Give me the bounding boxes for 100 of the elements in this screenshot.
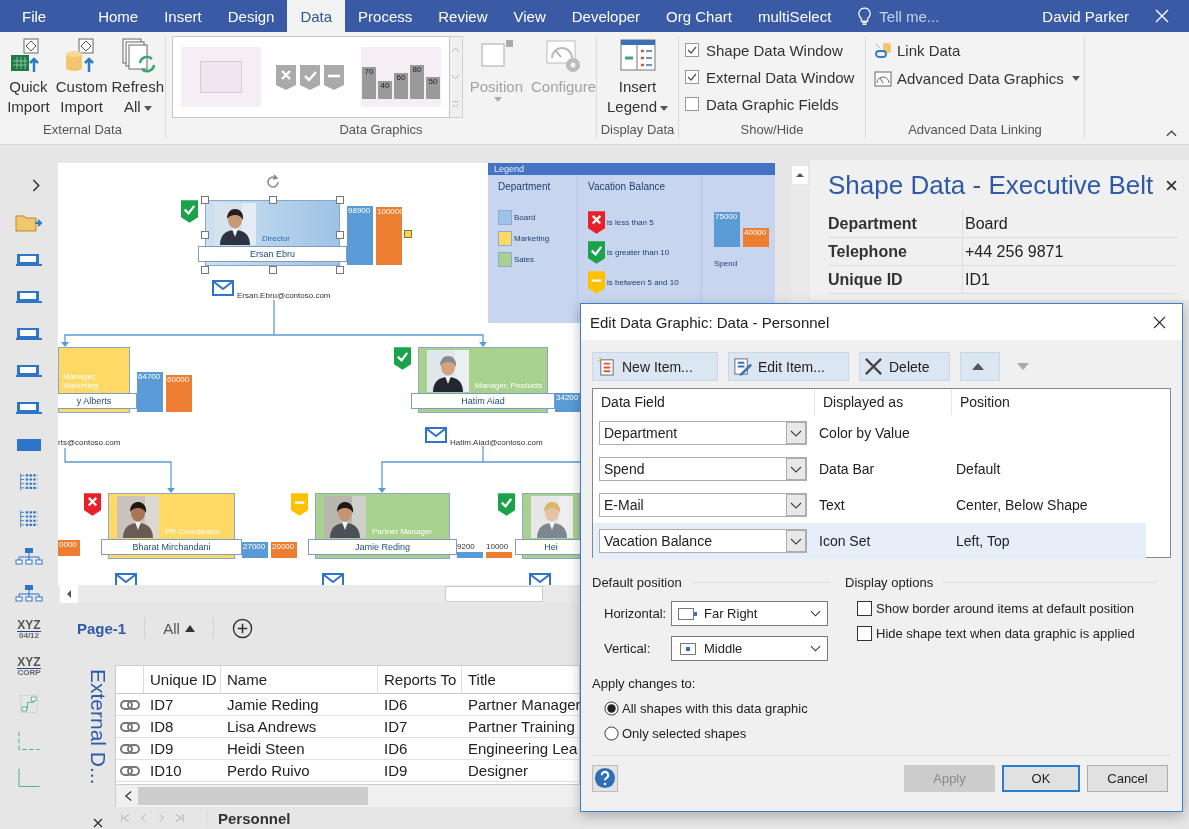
property-value[interactable]: +44 256 9871 [963,242,1064,261]
close-icon[interactable] [1166,179,1177,191]
panel-title: External D... [85,669,110,785]
position-dropdown[interactable]: Middle [671,636,828,661]
ribbon-tab[interactable]: Design [214,0,288,32]
checkbox[interactable] [857,626,872,641]
help-button[interactable] [592,764,618,792]
ribbon-tab[interactable]: Review [425,0,501,32]
item-row[interactable]: Vacation Balance Icon Set Left, Top [593,523,1146,559]
data-bar-gallery-item[interactable]: 70 40 60 80 50 [361,47,441,107]
data-field-dropdown[interactable]: Spend [599,457,807,481]
toolbar-button[interactable]: Delete [859,352,950,381]
ribbon-tab[interactable]: Insert [151,0,215,32]
control-handle[interactable] [404,230,412,238]
move-up-button[interactable] [960,352,1000,381]
column-header: Position [959,393,1010,412]
scroll-left-icon[interactable] [60,585,78,603]
insert-legend-button[interactable]: Insert Legend [604,36,671,119]
scroll-thumb[interactable] [138,787,368,805]
checkbox[interactable] [857,601,872,616]
selection-handle[interactable] [201,231,209,239]
checkbox-option[interactable]: Shape Data Window [685,38,843,62]
property-value[interactable]: ID1 [963,270,990,289]
ribbon-button[interactable]: Link Data [874,38,961,63]
close-icon[interactable] [1153,315,1166,329]
table-cell-text: Center, Below Shape [955,497,1088,513]
page-tab[interactable]: Page-1 [77,619,127,637]
selection-handle[interactable] [268,266,277,274]
data-field-dropdown[interactable]: Vacation Balance [599,529,807,553]
checkbox-option[interactable]: Data Graphic Fields [685,92,839,116]
checkbox[interactable] [685,97,699,111]
tell-me-field[interactable]: Tell me... [877,6,982,26]
all-pages-button[interactable]: All [163,619,195,637]
bar-value: 60 [394,73,408,99]
checkbox[interactable] [685,43,699,57]
property-value[interactable]: Board [963,214,1008,233]
add-page-icon[interactable] [231,617,253,639]
radio-option[interactable]: Only selected shapes [592,721,845,746]
expand-icon[interactable] [30,179,40,192]
close-icon[interactable] [92,818,103,828]
horizontal-scrollbar[interactable] [115,785,580,807]
dialog-button[interactable]: Cancel [1087,764,1168,792]
ribbon-button[interactable]: Refresh All [110,36,165,119]
ribbon-tab[interactable]: View [500,0,559,32]
selection-handle[interactable] [201,266,209,274]
ribbon-tab[interactable]: Process [345,0,426,32]
column-header[interactable]: Unique ID [144,666,221,693]
hierarchy-icon[interactable] [15,582,43,603]
user-name[interactable]: David Parker [1042,7,1129,25]
ribbon-tab[interactable]: Developer [558,0,654,32]
bar-value: 64700 [137,372,161,382]
table-cell-text: Jamie Reding [226,695,320,715]
selection-handle[interactable] [201,196,209,204]
checkbox-option[interactable]: Hide shape text when data graphic is applied [845,621,1171,646]
property-label: Telephone [828,238,963,265]
radio-button[interactable] [604,701,619,716]
scroll-left-icon[interactable] [124,790,133,802]
radio-button[interactable] [604,726,619,741]
radio-option[interactable]: All shapes with this data graphic [592,696,845,721]
ribbon-button[interactable]: Advanced Data Graphics [874,66,1080,91]
sheet-tab[interactable]: Personnel [207,809,291,827]
selection-handle[interactable] [336,196,344,204]
folder-icon[interactable] [15,212,43,233]
checkbox[interactable] [685,70,699,84]
table-cell-text: Left, Top [955,533,1010,549]
bar-value: 9200 [457,542,475,552]
selection-handle[interactable] [336,266,344,274]
refresh-icon [119,38,156,74]
column-header[interactable]: Title [462,666,579,693]
ribbon-tab[interactable]: Home [85,0,152,32]
data-field-dropdown[interactable]: E-Mail [599,493,807,517]
collapse-ribbon-icon[interactable] [1166,130,1177,137]
legend-label: is greater than 10 [607,248,670,257]
link-data-icon [874,41,892,60]
item-row[interactable]: E-Mail Text Center, Below Shape [593,487,1146,523]
dialog-button[interactable]: OK [1002,764,1080,792]
data-field-dropdown[interactable]: Department [599,421,807,445]
column-header[interactable]: Reports To [378,666,462,693]
group-label: External Data [42,122,123,138]
selection-handle[interactable] [336,231,344,239]
ribbon-button[interactable]: Custom Import [54,36,109,119]
toolbar-button[interactable]: Edit Item... [728,352,849,381]
position-dropdown[interactable]: Far Right [671,601,828,626]
ribbon-tab[interactable]: Org Chart [653,0,745,32]
checkbox-option[interactable]: External Data Window [685,65,855,89]
ribbon-tab[interactable]: Data [287,0,346,32]
item-row[interactable]: Spend Data Bar Default [593,451,1146,487]
rotate-handle-icon[interactable] [264,174,281,190]
selection-handle[interactable] [268,196,277,204]
hierarchy-icon[interactable] [15,545,43,566]
property-label: Department [828,210,963,237]
ribbon-button[interactable]: Quick Import [4,36,53,119]
checkbox-option[interactable]: Show border around items at default position [845,596,1171,621]
ribbon-tab[interactable]: File [9,0,60,32]
item-row[interactable]: Department Color by Value [593,415,1146,451]
help-icon [594,767,616,789]
toolbar-button[interactable]: New Item... [592,352,718,381]
column-header[interactable]: Name [221,666,378,693]
ribbon-tab[interactable]: multiSelect [744,0,845,32]
scroll-up-icon[interactable] [791,165,809,185]
